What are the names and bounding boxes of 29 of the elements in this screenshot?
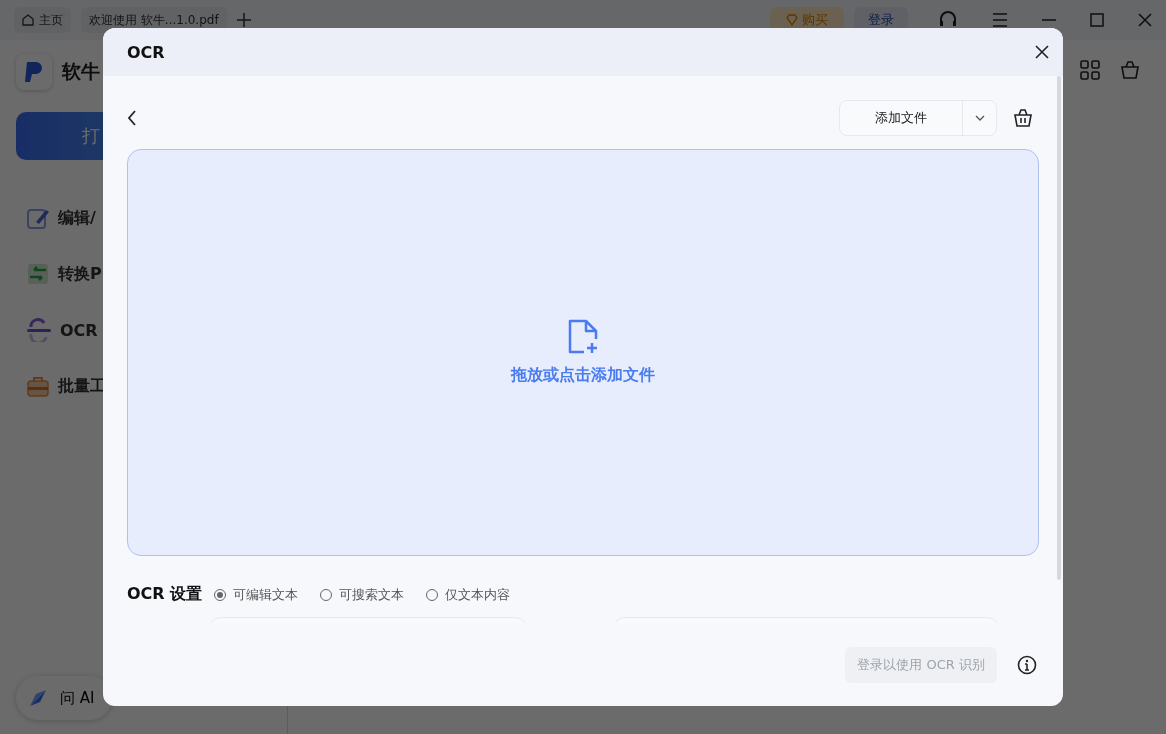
convert-document-icon xyxy=(26,262,50,286)
new-tab-icon[interactable] xyxy=(236,13,251,27)
home-icon xyxy=(22,14,34,26)
diamond-icon xyxy=(786,14,798,26)
logo-icon xyxy=(16,54,52,90)
close-icon[interactable] xyxy=(1035,45,1049,59)
maximize-icon[interactable] xyxy=(1090,13,1104,27)
dialog-title: OCR xyxy=(127,42,165,62)
chevron-down-icon xyxy=(974,115,985,121)
brand-name: 软牛 xyxy=(62,59,100,84)
basket-icon[interactable] xyxy=(1013,108,1033,128)
info-icon[interactable] xyxy=(1017,655,1037,675)
sparkle-icon xyxy=(28,688,48,708)
home-tab[interactable]: 主页 xyxy=(14,7,71,33)
add-file-icon xyxy=(566,319,600,355)
scan-icon xyxy=(26,318,52,342)
drop-zone-text: 拖放或点击添加文件 xyxy=(511,365,655,386)
radio-option[interactable]: 可编辑文本 xyxy=(214,585,299,604)
back-icon[interactable] xyxy=(127,110,137,126)
pencil-note-icon xyxy=(26,206,50,230)
radio-option[interactable]: 仅文本内容 xyxy=(426,585,511,604)
menu-icon[interactable] xyxy=(992,13,1008,27)
drop-zone[interactable]: 拖放或点击添加文件 xyxy=(127,149,1039,556)
scrollbar[interactable] xyxy=(1057,76,1061,580)
settings-label: OCR 设置 xyxy=(127,584,203,605)
grid-icon[interactable] xyxy=(1080,60,1100,80)
toolbox-icon xyxy=(26,374,50,398)
ask-ai-button[interactable]: 问 AI xyxy=(16,676,112,720)
radio-option[interactable]: 可搜索文本 xyxy=(320,585,405,604)
